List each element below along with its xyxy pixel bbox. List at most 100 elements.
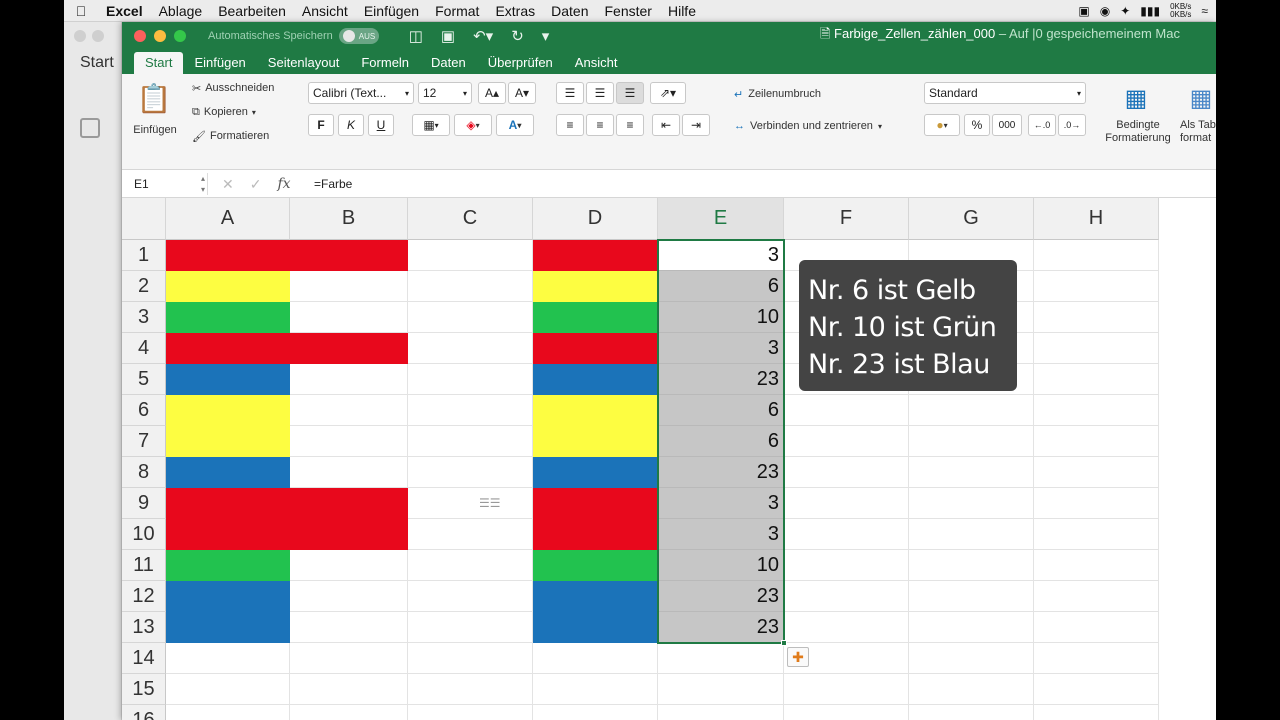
currency-button[interactable]: ● ▾ [924,114,960,136]
menu-daten[interactable]: Daten [543,3,596,19]
cell-e7[interactable]: 6 [658,426,784,457]
cell-h8[interactable] [1034,457,1159,488]
menu-extras[interactable]: Extras [487,3,543,19]
creative-cloud-icon[interactable]: ◉ [1100,4,1110,18]
cell-f13[interactable] [784,612,909,643]
minimize-window-button[interactable] [154,30,166,42]
cell-a13[interactable] [166,612,290,643]
cell-e13[interactable]: 23 [658,612,784,643]
align-middle-button[interactable]: ☰ [586,82,614,104]
close-window-button[interactable] [134,30,146,42]
cell-e8[interactable]: 23 [658,457,784,488]
wrap-text-button[interactable]: ↵ Zeilenumbruch [734,86,821,102]
table-format-label-1[interactable]: Als Tab [1180,118,1216,132]
thousands-button[interactable]: 000 [992,114,1022,136]
cell-e5[interactable]: 23 [658,364,784,395]
merge-center-button[interactable]: ↔ Verbinden und zentrieren ▾ [734,118,882,134]
cell-e1[interactable]: 3 [658,240,784,271]
copy-button[interactable]: ⧉ Kopieren ▾ [192,104,256,120]
undo-icon[interactable]: ↶▾ [473,27,493,45]
cell-g16[interactable] [909,705,1034,720]
align-top-button[interactable]: ☰ [556,82,584,104]
cell-b15[interactable] [290,674,408,705]
formula-input[interactable]: =Farbe [314,173,352,195]
cell-a15[interactable] [166,674,290,705]
cell-g11[interactable] [909,550,1034,581]
align-right-button[interactable]: ≡ [616,114,644,136]
cell-e10[interactable]: 3 [658,519,784,550]
paste-icon[interactable]: 📋 [136,78,172,118]
cell-c4[interactable] [408,333,533,364]
paste-button[interactable]: Einfügen [130,122,180,138]
cell-d13[interactable] [533,612,658,643]
orientation-button[interactable]: ⇗▾ [650,82,686,104]
row-header-1[interactable]: 1 [122,240,166,271]
cell-a6[interactable] [166,395,290,426]
cell-g13[interactable] [909,612,1034,643]
cell-e9[interactable]: 3 [658,488,784,519]
cell-f15[interactable] [784,674,909,705]
cell-d8[interactable] [533,457,658,488]
cell-b5[interactable] [290,364,408,395]
cell-h10[interactable] [1034,519,1159,550]
fill-color-button[interactable]: ◈ ▾ [454,114,492,136]
cell-c15[interactable] [408,674,533,705]
increase-decimal-button[interactable]: ←.0 [1028,114,1056,136]
cell-b6[interactable] [290,395,408,426]
percent-button[interactable]: % [964,114,990,136]
cell-c10[interactable] [408,519,533,550]
cell-b14[interactable] [290,643,408,674]
align-bottom-button[interactable]: ☰ [616,82,644,104]
align-left-button[interactable]: ≡ [556,114,584,136]
cell-d10[interactable] [533,519,658,550]
cell-a5[interactable] [166,364,290,395]
cell-e15[interactable] [658,674,784,705]
row-header-3[interactable]: 3 [122,302,166,333]
align-center-button[interactable]: ≡ [586,114,614,136]
conditional-format-label-1[interactable]: Bedingte [1102,118,1174,132]
sidebar-toggle-icon[interactable]: ◫ [409,27,423,45]
table-format-icon[interactable]: ▦ [1186,80,1216,116]
cell-a3[interactable] [166,302,290,333]
cell-e3[interactable]: 10 [658,302,784,333]
cell-g9[interactable] [909,488,1034,519]
select-all-corner[interactable] [122,198,166,240]
cell-h13[interactable] [1034,612,1159,643]
decrease-font-button[interactable]: A▾ [508,82,536,104]
menu-app-excel[interactable]: Excel [98,3,151,19]
cell-b7[interactable] [290,426,408,457]
table-format-label-2[interactable]: format [1180,131,1216,145]
cell-c9[interactable] [408,488,533,519]
row-header-9[interactable]: 9 [122,488,166,519]
cell-h12[interactable] [1034,581,1159,612]
bold-button[interactable]: F [308,114,334,136]
cell-f12[interactable] [784,581,909,612]
column-header-h[interactable]: H [1034,198,1159,240]
cell-c8[interactable] [408,457,533,488]
cell-g6[interactable] [909,395,1034,426]
cell-f6[interactable] [784,395,909,426]
conditional-format-icon[interactable]: ▦ [1116,80,1156,116]
cell-b1[interactable] [290,240,408,271]
cell-a4[interactable] [166,333,290,364]
cell-b9[interactable] [290,488,408,519]
cell-h16[interactable] [1034,705,1159,720]
cell-d3[interactable] [533,302,658,333]
cell-h5[interactable] [1034,364,1159,395]
cell-e4[interactable]: 3 [658,333,784,364]
cut-button[interactable]: ✂ Ausschneiden [192,80,274,96]
borders-button[interactable]: ▦ ▾ [412,114,450,136]
cell-g15[interactable] [909,674,1034,705]
cell-d16[interactable] [533,705,658,720]
cell-e14[interactable] [658,643,784,674]
name-box[interactable]: E1 ▴ ▾ [130,173,208,195]
cell-h9[interactable] [1034,488,1159,519]
cell-c2[interactable] [408,271,533,302]
tab-daten[interactable]: Daten [420,52,477,74]
row-header-2[interactable]: 2 [122,271,166,302]
cell-b16[interactable] [290,705,408,720]
cell-h2[interactable] [1034,271,1159,302]
autosave-control[interactable]: Automatisches Speichern AUS [208,28,379,44]
cell-f11[interactable] [784,550,909,581]
cell-h1[interactable] [1034,240,1159,271]
